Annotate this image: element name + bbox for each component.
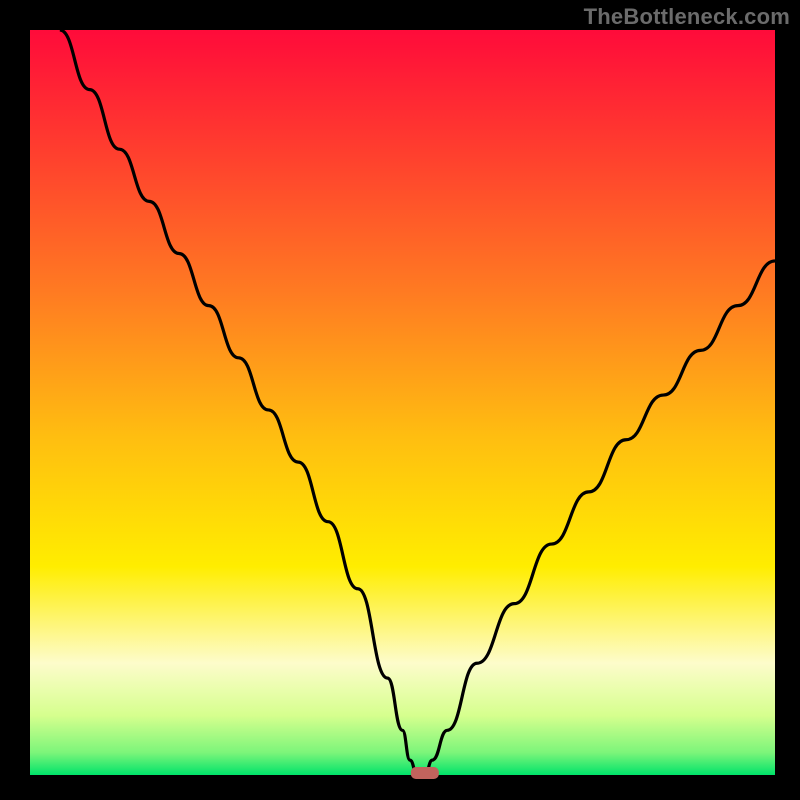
bottleneck-chart: [0, 0, 800, 800]
chart-frame: TheBottleneck.com: [0, 0, 800, 800]
plot-background: [30, 30, 775, 775]
optimum-marker: [411, 767, 439, 779]
